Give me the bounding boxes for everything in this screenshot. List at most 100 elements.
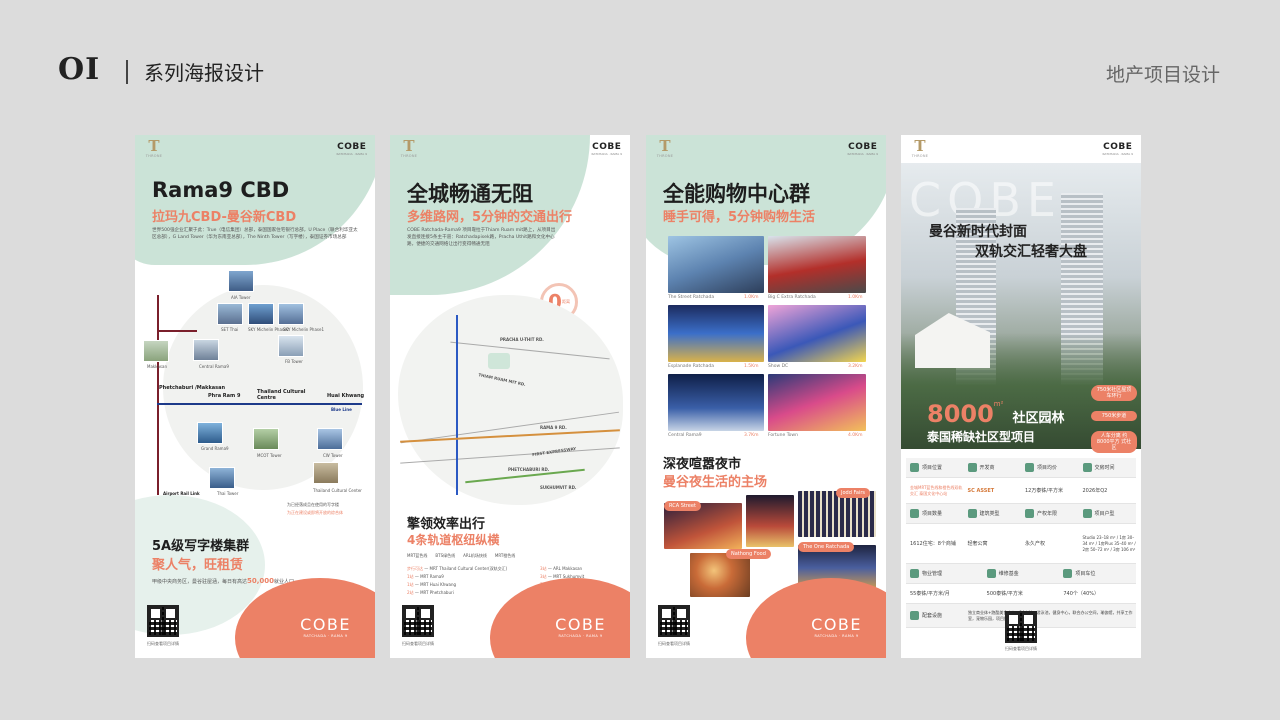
location-icon	[910, 463, 919, 472]
parking-icon	[1063, 569, 1073, 578]
mall-name: The Street Ratchada	[668, 295, 715, 300]
feature-badge: 人车分离 约8000平方 式社区	[1091, 431, 1137, 453]
layout-icon	[1082, 509, 1092, 518]
route-list-left: 步行可达 — MRT Thailand Cultural Center(双轨交汇…	[407, 566, 508, 595]
mall-distance: 1.0Km	[744, 295, 759, 300]
poster-title: 全城畅通无阻	[407, 182, 533, 206]
throne-logo: T THRONE	[911, 137, 929, 159]
airport-link-label: Airport Rail Link	[163, 491, 200, 496]
market-photo	[746, 495, 794, 547]
cobe-logo: COBE RATCHADA · RAMA 9	[591, 142, 622, 156]
road-label: PRACHA U-THIT RD.	[500, 337, 544, 342]
throne-logo: T THRONE	[400, 137, 418, 159]
section-title: 擎领效率出行	[407, 517, 486, 532]
building-label: SET Thai	[221, 327, 239, 332]
road-label: PHETCHABURI RD.	[508, 467, 550, 472]
mall-name: Fortune Town	[768, 433, 798, 438]
mall-name: Esplanade Ratchada	[668, 364, 714, 369]
poster-transport[interactable]: T THRONE COBE RATCHADA · RAMA 9 全城畅通无阻 多维路…	[390, 135, 630, 658]
poster-description: 世界500强企业汇聚于此：True（电信集团）总部，泰国国家住宅银行总部，U P…	[152, 228, 358, 240]
qr-caption: 扫码查看项目详情	[658, 641, 690, 646]
area-highlight: 8000m² 社区园林	[927, 400, 1065, 428]
area-subtitle: 泰国稀缺社区型项目	[927, 430, 1036, 444]
units-icon	[910, 509, 919, 518]
header-divider	[126, 60, 128, 84]
building-photo	[217, 303, 243, 325]
poster-shopping[interactable]: T THRONE COBE RATCHADA · RAMA 9 全能购物中心群 睡手…	[646, 135, 886, 658]
poster-description: COBE Ratchada-Rama9 项目靠拉于Thiam Ruam mit路…	[407, 228, 556, 247]
mall-photo	[668, 305, 764, 362]
section-title: 系列海报设计	[144, 61, 264, 85]
footer-cobe-logo: COBE RATCHADA · RAMA 9	[300, 615, 351, 638]
mall-distance: 1.5Km	[744, 364, 759, 369]
section-subtitle: 聚人气，旺租赁	[152, 558, 244, 573]
project-info-table: 项目位置 开发商 项目均价 交房时间 金城MRT蓝色线和橙色线双轨交汇 泰国文化…	[906, 458, 1136, 628]
building-photo	[253, 428, 279, 450]
building-label: FB Tower	[285, 359, 303, 364]
line-legend: MRT蓝色线 BTS绿色线 ARL机场快线 MRT橙色线	[407, 553, 516, 558]
building-photo	[209, 467, 235, 489]
building-photo	[248, 303, 274, 325]
table-row: 55泰铢/平方米/月 500泰铢/平方米 740个（40%）	[906, 584, 1136, 604]
category-label: 地产项目设计	[1105, 64, 1220, 86]
mrt-line-vertical	[456, 315, 458, 495]
poster-rama9-cbd[interactable]: T THRONE COBE RATCHADA · RAMA 9 Rama9 CBD …	[135, 135, 375, 658]
headline-1: 曼谷新时代封面	[929, 224, 1027, 240]
section-subtitle: 曼谷夜生活的主场	[663, 475, 768, 490]
road-label: RAMA 9 RD.	[540, 425, 567, 430]
mall-photo	[668, 236, 764, 293]
building-photo	[193, 339, 219, 361]
table-header-row: 物业管理 维修基金 项目车位	[906, 564, 1136, 584]
section-subtitle: 4条轨道枢纽纵横	[407, 533, 500, 547]
market-photo	[690, 553, 750, 597]
road-label: SUKHUMVIT RD.	[540, 485, 577, 490]
section-title: 深夜喧嚣夜市	[663, 457, 742, 472]
building-label: Thai Tower	[217, 491, 239, 496]
fund-icon	[986, 569, 996, 578]
property-mgmt-icon	[910, 569, 919, 578]
table-row: 1612住宅：8个商铺 轻奢公寓 永久产权 Studio 23–18 m² / …	[906, 524, 1136, 564]
developer-icon	[967, 463, 977, 472]
mall-name: Big C Extra Ratchada	[768, 295, 816, 300]
poster-project-overview[interactable]: T THRONE COBE RATCHADA · RAMA 9 COBE 曼谷新时代…	[901, 135, 1141, 658]
price-icon	[1025, 463, 1034, 472]
qr-code[interactable]	[147, 605, 179, 637]
airport-rail-line	[157, 295, 159, 495]
section-title: 5A级写字楼集群	[152, 539, 250, 554]
mall-photo	[668, 374, 764, 431]
qr-code[interactable]	[402, 605, 434, 637]
station-phetchaburi: Phetchaburi /Makkasan	[159, 385, 226, 391]
building-label: Thailand Cultural Center	[313, 488, 362, 493]
qr-caption: 扫码查看项目详情	[402, 641, 434, 646]
building-label: AIA Tower	[231, 295, 251, 300]
section-number: OI	[58, 52, 101, 87]
qr-caption: 扫码查看项目详情	[147, 641, 179, 646]
building-photo	[197, 422, 223, 444]
market-label: Nathong Food	[726, 549, 771, 559]
station-huai-khwang: Huai Khwang	[327, 393, 365, 399]
mall-name: Show DC	[768, 364, 789, 369]
qr-code[interactable]	[658, 605, 690, 637]
mall-distance: 3.7Km	[744, 433, 759, 438]
building-photo	[317, 428, 343, 450]
mall-photo	[768, 374, 866, 431]
mall-name: Central Rama9	[668, 433, 702, 438]
market-label: Jodd Fairs	[836, 488, 871, 498]
qr-code[interactable]	[1005, 611, 1037, 643]
qr-caption: 扫码查看项目详情	[1005, 646, 1037, 651]
handover-icon	[1082, 463, 1092, 472]
project-marker	[488, 353, 510, 369]
building-photo	[143, 340, 169, 362]
poster-subtitle: 拉玛九CBD-曼谷新CBD	[152, 210, 297, 225]
legend-existing: 为已经落成且在使用的写字楼	[287, 502, 339, 507]
cobe-logo: COBE RATCHADA · RAMA 9	[1102, 142, 1133, 156]
building-photo	[278, 335, 304, 357]
feature-badge: 750米社区屋顶车环行	[1091, 385, 1137, 401]
cobe-logo: COBE RATCHADA · RAMA 9	[847, 142, 878, 156]
building-label: CW Tower	[323, 453, 343, 458]
headline-2: 双轨交汇轻奢大盘	[975, 244, 1087, 260]
building-label: SKY Michelin Phase1	[283, 327, 325, 332]
facility-icon	[910, 611, 919, 620]
building-photo	[228, 270, 254, 292]
airport-rail-branch	[157, 330, 197, 332]
